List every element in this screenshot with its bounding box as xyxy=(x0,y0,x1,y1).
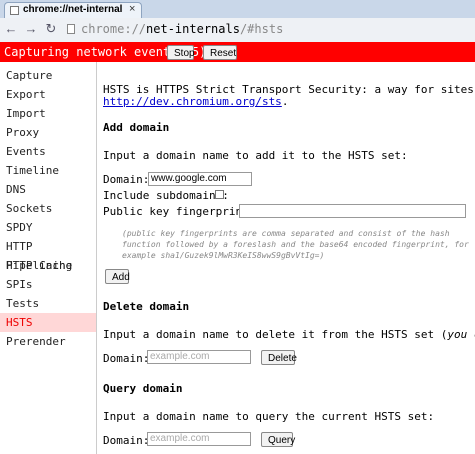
query-domain-input[interactable]: example.com xyxy=(147,432,251,446)
query-domain-description: Input a domain name to query the current… xyxy=(103,410,435,423)
sidebar-item-capture[interactable]: Capture xyxy=(0,66,96,85)
sidebar-item-hsts[interactable]: HSTS xyxy=(0,313,96,332)
address-bar[interactable]: chrome://net-internals/#hsts xyxy=(81,21,471,38)
sidebar-item-proxy[interactable]: Proxy xyxy=(0,123,96,142)
sidebar-item-export[interactable]: Export xyxy=(0,85,96,104)
add-domain-description: Input a domain name to add it to the HST… xyxy=(103,149,408,162)
page-favicon-icon xyxy=(10,6,19,15)
query-domain-label: Domain: xyxy=(103,434,150,447)
page-icon xyxy=(67,24,75,34)
public-key-fingerprints-input[interactable] xyxy=(239,204,466,218)
intro-end: . xyxy=(281,95,289,108)
sidebar-item-http-cache[interactable]: HTTP Cache xyxy=(0,256,96,275)
intro-link-line: http://dev.chromium.org/sts. xyxy=(103,95,288,108)
url-path: /#hsts xyxy=(239,22,284,36)
sidebar-item-sockets[interactable]: Sockets xyxy=(0,199,96,218)
add-domain-label: Domain: xyxy=(103,173,150,186)
sidebar-item-import[interactable]: Import xyxy=(0,104,96,123)
delete-desc-italic: you cannot delet xyxy=(447,328,475,341)
sidebar-item-spdy[interactable]: SPDY xyxy=(0,218,96,237)
delete-domain-input[interactable]: example.com xyxy=(147,350,251,364)
stop-button[interactable]: Stop xyxy=(167,45,195,60)
sidebar-item-tests[interactable]: Tests xyxy=(0,294,96,313)
add-domain-heading: Add domain xyxy=(103,121,170,134)
url-scheme: chrome:// xyxy=(81,22,147,36)
add-button[interactable]: Add xyxy=(105,269,130,284)
query-button[interactable]: Query xyxy=(261,432,295,447)
close-tab-icon[interactable]: × xyxy=(129,3,135,15)
delete-desc-text: Input a domain name to delete it from th… xyxy=(103,328,448,341)
reload-button[interactable]: ↻ xyxy=(43,21,59,37)
delete-button[interactable]: Delete xyxy=(261,350,297,365)
query-domain-heading: Query domain xyxy=(103,382,183,395)
sidebar-item-timeline[interactable]: Timeline xyxy=(0,161,96,180)
delete-domain-label: Domain: xyxy=(103,352,150,365)
sidebar-item-dns[interactable]: DNS xyxy=(0,180,96,199)
forward-button[interactable]: → xyxy=(23,21,39,37)
hsts-panel: HSTS is HTTPS Strict Transport Security:… xyxy=(96,62,475,454)
delete-domain-description: Input a domain name to delete it from th… xyxy=(103,328,475,341)
browser-toolbar: ← → ↻ chrome://net-internals/#hsts xyxy=(0,18,475,43)
sidebar-item-prerender[interactable]: Prerender xyxy=(0,332,96,351)
sts-doc-link[interactable]: http://dev.chromium.org/sts xyxy=(103,95,282,108)
browser-tab[interactable]: chrome://net-internals/# × xyxy=(4,2,142,18)
reset-button[interactable]: Reset xyxy=(203,45,237,60)
tab-title: chrome://net-internals/# xyxy=(23,4,123,15)
sidebar: Capture Export Import Proxy Events Timel… xyxy=(0,62,97,454)
back-button[interactable]: ← xyxy=(3,21,19,37)
include-subdomains-label: Include subdomains: xyxy=(103,189,229,202)
sidebar-item-spis[interactable]: SPIs xyxy=(0,275,96,294)
url-host: net-internals xyxy=(146,22,240,36)
tab-strip: chrome://net-internals/# × xyxy=(0,0,475,19)
delete-domain-heading: Delete domain xyxy=(103,300,190,313)
include-subdomains-checkbox[interactable] xyxy=(215,190,224,199)
sidebar-item-events[interactable]: Events xyxy=(0,142,96,161)
capture-status-bar: Capturing network events (5) Stop Reset xyxy=(0,42,475,62)
sidebar-item-http-pipelining[interactable]: HTTP Pipelining xyxy=(0,237,96,272)
fingerprints-hint: (public key fingerprints are comma separ… xyxy=(122,229,469,260)
add-domain-input[interactable]: www.google.com xyxy=(148,172,252,186)
